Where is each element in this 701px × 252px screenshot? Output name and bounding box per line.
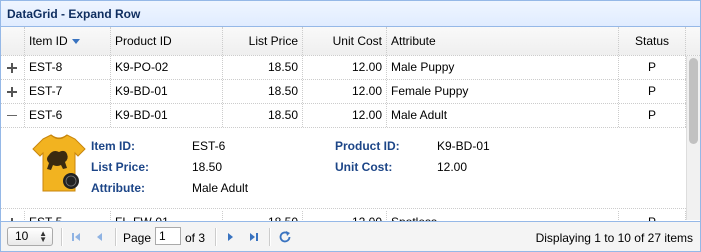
cell-itemid: EST-8 [25, 56, 111, 79]
detail-listprice-label: List Price: [91, 160, 150, 174]
column-header-unitcost[interactable]: Unit Cost [303, 27, 387, 55]
expander-cell [1, 80, 25, 103]
column-header-productid-label: Product ID [115, 34, 172, 48]
expander-cell [1, 211, 25, 221]
prev-page-icon [97, 233, 102, 241]
cell-itemid: EST-7 [25, 80, 111, 103]
cell-unitcost: 12.00 [303, 56, 387, 79]
expander-cell [1, 104, 25, 127]
page-size-select[interactable]: 10 ▲ ▼ [7, 227, 53, 246]
cell-listprice: 18.50 [223, 104, 303, 127]
pager-separator [61, 228, 63, 246]
cell-productid: K9-BD-01 [111, 104, 223, 127]
detail-itemid-value: EST-6 [192, 139, 226, 153]
expand-plus-icon[interactable] [7, 87, 17, 97]
last-page-button[interactable] [245, 228, 263, 246]
cell-itemid: EST-5 [25, 211, 111, 221]
last-page-icon [250, 233, 258, 241]
refresh-button[interactable] [276, 228, 294, 246]
cell-productid: FL-FW-01 [111, 211, 223, 221]
prev-page-button[interactable] [91, 228, 109, 246]
column-header-attribute[interactable]: Attribute [387, 27, 619, 55]
page-label: Page [123, 231, 152, 245]
scrollbar-thumb[interactable] [689, 58, 698, 144]
pagination-bar: 10 ▲▼ Page of 3 [1, 221, 700, 251]
detail-productid-value: K9-BD-01 [437, 139, 490, 153]
table-row[interactable]: EST-6 K9-BD-01 18.50 12.00 Male Adult P [1, 104, 686, 128]
next-page-icon [228, 233, 233, 241]
cell-listprice: 18.50 [223, 80, 303, 103]
detail-productid-label: Product ID: [335, 139, 400, 153]
column-header-attribute-label: Attribute [391, 34, 436, 48]
table-row-partial[interactable]: EST-5 FL-FW-01 18.50 12.00 Spotless P [1, 211, 686, 221]
expand-plus-icon[interactable] [7, 63, 17, 73]
column-header-itemid[interactable]: Item ID [25, 27, 111, 55]
expander-cell [1, 56, 25, 79]
sort-desc-icon [71, 39, 80, 45]
cell-attribute: Female Puppy [387, 80, 619, 103]
cell-unitcost: 12.00 [303, 80, 387, 103]
column-header-productid[interactable]: Product ID [111, 27, 223, 55]
cell-listprice: 18.50 [223, 56, 303, 79]
column-header-status-label: Status [634, 34, 670, 48]
collapse-minus-icon[interactable] [7, 111, 17, 121]
panel-title: DataGrid - Expand Row [7, 7, 141, 21]
pager-separator [269, 228, 271, 246]
grid-header: Item ID Product ID List Price Unit Cost … [1, 27, 700, 56]
cell-unitcost: 12.00 [303, 104, 387, 127]
cell-productid: K9-BD-01 [111, 80, 223, 103]
next-page-button[interactable] [221, 228, 239, 246]
column-header-status[interactable]: Status [619, 27, 686, 55]
cell-status: P [619, 211, 686, 221]
cell-status: P [619, 56, 686, 79]
table-row[interactable]: EST-8 K9-PO-02 18.50 12.00 Male Puppy P [1, 56, 686, 80]
detail-attribute-label: Attribute: [91, 181, 145, 195]
cell-productid: K9-PO-02 [111, 56, 223, 79]
column-header-itemid-label: Item ID [29, 34, 68, 48]
cell-status: P [619, 80, 686, 103]
vertical-scrollbar[interactable] [686, 56, 700, 220]
column-header-listprice-label: List Price [248, 34, 298, 48]
panel-header: DataGrid - Expand Row [1, 1, 700, 27]
detail-unitcost-label: Unit Cost: [335, 160, 393, 174]
detail-itemid-label: Item ID: [91, 139, 136, 153]
detail-listprice-value: 18.50 [192, 160, 223, 174]
page-size-value: 10 [15, 229, 29, 243]
detail-unitcost-value: 12.00 [437, 160, 468, 174]
detail-attribute-value: Male Adult [192, 181, 249, 195]
cell-attribute: Male Adult [387, 104, 619, 127]
select-updown-icon: ▲ ▼ [39, 229, 47, 244]
cell-unitcost: 12.00 [303, 211, 387, 221]
refresh-icon [279, 231, 291, 243]
cell-status: P [619, 104, 686, 127]
datagrid-panel: DataGrid - Expand Row Item ID Product ID… [0, 0, 701, 252]
first-page-button[interactable] [67, 228, 85, 246]
expander-column-header [1, 27, 25, 55]
page-total-label: of 3 [185, 231, 206, 245]
column-header-unitcost-label: Unit Cost [332, 34, 382, 48]
tshirt-product-image [29, 133, 89, 195]
table-row[interactable]: EST-7 K9-BD-01 18.50 12.00 Female Puppy … [1, 80, 686, 104]
column-header-listprice[interactable]: List Price [223, 27, 303, 55]
pager-separator [215, 228, 217, 246]
cell-attribute: Spotless [387, 211, 619, 221]
cell-listprice: 18.50 [223, 211, 303, 221]
cell-attribute: Male Puppy [387, 56, 619, 79]
row-detail-panel: Item ID: EST-6 Product ID: K9-BD-01 List… [1, 129, 686, 209]
first-page-icon [72, 233, 80, 241]
page-number-input[interactable] [155, 227, 181, 245]
display-info: Displaying 1 to 10 of 27 items [535, 231, 693, 245]
pager-separator [115, 228, 117, 246]
cell-itemid: EST-6 [25, 104, 111, 127]
